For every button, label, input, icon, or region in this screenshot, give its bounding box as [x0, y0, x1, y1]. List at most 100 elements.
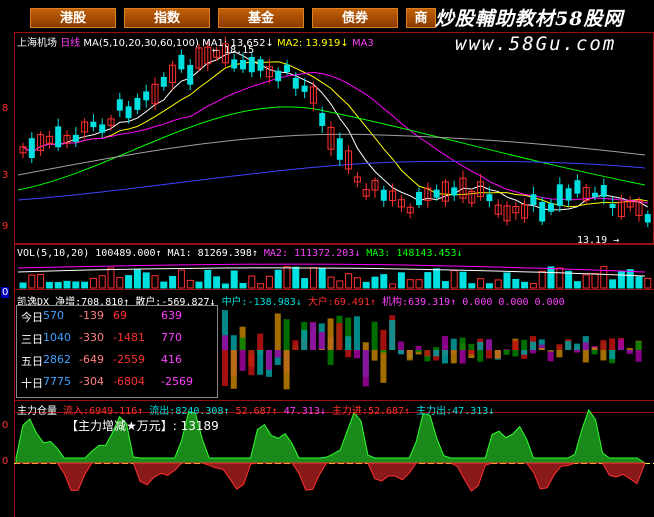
- volume-bar: [389, 283, 397, 289]
- flow-outflow-area: [16, 462, 646, 492]
- dx-bar: [459, 350, 466, 364]
- dx-bar: [283, 319, 290, 350]
- candle-body-down: [600, 185, 607, 197]
- ma-line: [22, 50, 649, 211]
- dx-bar: [626, 348, 633, 350]
- dx-bar: [547, 350, 554, 362]
- dx-bar: [398, 341, 404, 350]
- volume-bar: [644, 277, 652, 289]
- candlestick-series: [19, 36, 651, 228]
- candle-body-down: [416, 191, 422, 206]
- dx-bar: [239, 350, 246, 371]
- candle-body-down: [257, 59, 264, 71]
- low-price-mark: 13.19 →: [577, 235, 620, 246]
- dx-bar: [477, 341, 484, 350]
- dx-cell-v1: 1040: [43, 331, 71, 344]
- volume-bar: [283, 266, 291, 289]
- volume-bar: [336, 280, 344, 289]
- volume-bar: [327, 276, 335, 289]
- volume-bar: [204, 269, 212, 289]
- dx-bar: [521, 339, 528, 350]
- candle-body-down: [248, 57, 255, 73]
- dx-bar: [230, 350, 237, 389]
- candle-body-down: [99, 124, 106, 133]
- dx-bar: [327, 318, 334, 350]
- dx-bar: [318, 332, 325, 350]
- candle-body-down: [301, 85, 308, 92]
- dx-bar: [371, 321, 378, 350]
- flow-axis-1: 0: [2, 420, 9, 431]
- dx-cell-v4: 416: [161, 353, 182, 366]
- candle-body-down: [134, 97, 141, 110]
- ma-line: [22, 71, 648, 204]
- volume-bar: [107, 267, 115, 289]
- dx-bar: [468, 350, 475, 355]
- dx-bar: [248, 350, 255, 376]
- dx-bar: [626, 350, 633, 354]
- volume-bar: [529, 282, 537, 289]
- volume-bar: [318, 267, 326, 289]
- volume-bar: [397, 272, 405, 289]
- dx-bar: [362, 350, 369, 387]
- dx-bar: [600, 350, 607, 361]
- candle-body-down: [380, 189, 387, 201]
- volume-bar: [63, 280, 71, 289]
- volume-bar: [265, 275, 273, 289]
- dx-bar: [345, 336, 352, 350]
- dx-zero-mark: 0: [1, 287, 10, 298]
- dx-bar: [274, 313, 281, 350]
- candle-body-down: [574, 180, 581, 194]
- candle-body-down: [548, 203, 554, 212]
- dx-bar: [442, 350, 448, 364]
- dx-cell-v4: 770: [161, 331, 182, 344]
- dx-bar: [292, 340, 299, 350]
- volume-bar: [292, 266, 300, 289]
- dx-bar: [450, 350, 457, 364]
- candle-body-down: [72, 134, 79, 142]
- candle-body-down: [231, 59, 238, 69]
- dx-bar: [398, 350, 404, 355]
- dx-bar: [574, 343, 580, 350]
- volume-bar: [565, 270, 573, 289]
- volume-bar: [547, 266, 555, 289]
- dx-cell-v3: 69: [113, 309, 127, 322]
- candle-body-down: [160, 76, 167, 87]
- dx-bar: [609, 338, 616, 350]
- dx-bar: [600, 340, 607, 350]
- flow-box-label: 【主力增减★万元】: 13189: [66, 419, 219, 433]
- volume-bar: [177, 269, 185, 289]
- axis-label-2: 3: [2, 170, 9, 181]
- dx-cell-period: 十日: [21, 377, 43, 390]
- dx-cell-v2: -139: [79, 309, 104, 322]
- volume-bar: [371, 276, 379, 289]
- dx-cell-v3: -1481: [113, 331, 145, 344]
- flow-axis-2: 0: [2, 456, 9, 467]
- dx-bar: [477, 350, 484, 362]
- candle-body-down: [451, 187, 458, 196]
- dx-bar: [512, 350, 519, 357]
- volume-bar: [274, 269, 282, 289]
- dx-bar: [380, 350, 387, 383]
- dx-bar: [538, 348, 545, 350]
- dx-cell-v3: -2559: [113, 353, 145, 366]
- volume-bar: [89, 277, 97, 289]
- volume-bar: [45, 281, 53, 289]
- dx-bar: [266, 350, 272, 370]
- dx-bar: [459, 337, 466, 350]
- dx-cell-v2: -304: [79, 375, 104, 388]
- candle-body-down: [609, 203, 616, 209]
- candle-body-down: [178, 54, 185, 70]
- dx-bar: [318, 349, 325, 350]
- dx-cell-v4: -2569: [161, 375, 193, 388]
- volume-bar: [186, 279, 194, 289]
- flow-info-line: 主力仓量 流入:6949.116↑ 流出:8240.308↑ 52.687↑ 4…: [17, 406, 495, 417]
- volume-bar: [433, 268, 441, 289]
- volume-bar: [345, 273, 353, 289]
- dx-cell-v3: -6804: [113, 375, 145, 388]
- candle-body-down: [187, 64, 194, 85]
- high-price-mark: ← 18.15: [212, 45, 255, 56]
- dx-bar: [521, 350, 528, 355]
- volume-bar: [239, 282, 247, 289]
- dx-bar: [239, 337, 246, 350]
- dx-bar: [486, 350, 492, 359]
